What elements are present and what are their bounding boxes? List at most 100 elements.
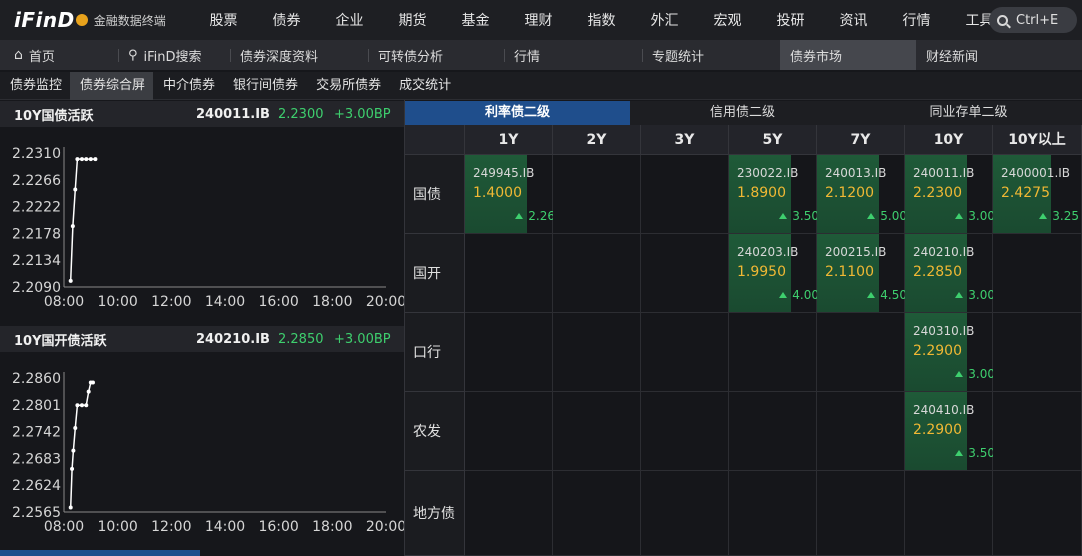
top-nav-item[interactable]: 行情 <box>885 10 948 30</box>
matrix-cell[interactable]: 240410.IB 2.2900 3.50 <box>905 392 995 471</box>
tab-item[interactable]: 可转债分析 <box>368 40 504 70</box>
bond-change: 5.00 <box>867 209 907 223</box>
top-nav-item[interactable]: 外汇 <box>633 10 696 30</box>
tab-item[interactable]: 财经新闻 <box>916 40 1082 70</box>
bond-change: 2.26 <box>515 209 555 223</box>
panel-change: +3.00BP <box>334 106 391 122</box>
bond-quote-card[interactable]: 240011.IB 2.2300 3.00 <box>905 155 995 233</box>
data-point <box>75 157 80 162</box>
x-tick-label: 16:00 <box>258 294 298 310</box>
tab-item[interactable]: 债券市场 <box>780 40 916 70</box>
matrix-cell[interactable]: 230022.IB 1.8900 3.50 <box>729 155 819 234</box>
matrix-column-header[interactable]: 5Y <box>729 125 817 155</box>
matrix-column-header[interactable]: 7Y <box>817 125 905 155</box>
x-tick-label: 08:00 <box>44 294 84 310</box>
top-nav-item[interactable]: 债券 <box>255 10 318 30</box>
tab-item[interactable]: 专题统计 <box>642 40 780 70</box>
data-point <box>88 157 93 162</box>
bond-quote-card[interactable]: 230022.IB 1.8900 3.50 <box>729 155 819 233</box>
tab-item[interactable]: 行情 <box>504 40 642 70</box>
sub-tab-item[interactable]: 债券综合屏 <box>70 71 154 100</box>
x-tick-label: 20:00 <box>366 519 404 535</box>
matrix-cell[interactable]: 240203.IB 1.9950 4.00 <box>729 234 819 313</box>
arrow-up-icon <box>779 213 788 219</box>
top-nav-item[interactable]: 股票 <box>192 10 255 30</box>
bond-quote-card[interactable]: 2400001.IB 2.4275 3.25 <box>993 155 1079 233</box>
data-point <box>70 466 75 471</box>
logo-dot-icon <box>75 14 88 26</box>
data-point <box>79 157 84 162</box>
matrix-column-header[interactable]: 3Y <box>641 125 729 155</box>
top-nav-item[interactable]: 企业 <box>318 10 381 30</box>
matrix-cell <box>553 471 641 556</box>
matrix-cell[interactable]: 249945.IB 1.4000 2.26 <box>465 155 555 234</box>
x-tick-label: 08:00 <box>44 519 84 535</box>
matrix-column-header[interactable]: 1Y <box>465 125 553 155</box>
search-icon <box>997 14 1008 26</box>
sub-tab-bar: 债券监控 债券综合屏 中介债券 银行间债券 交易所债券 成交统计 <box>0 71 1082 100</box>
y-tick-label: 2.2266 <box>12 173 61 189</box>
y-tick-label: 2.2310 <box>12 146 61 162</box>
panel-title: 10Y国开债活跃 <box>14 333 107 349</box>
matrix-cell <box>553 392 641 471</box>
category-tab[interactable]: 信用债二级 <box>630 101 855 125</box>
sub-tab-item[interactable]: 成交统计 <box>389 72 459 100</box>
sub-tab-item[interactable]: 银行间债券 <box>223 72 306 100</box>
chart-govt-10y[interactable]: 2.23102.22662.22222.21782.21342.209008:0… <box>0 127 404 325</box>
tab-label: iFinD搜索 <box>143 49 202 65</box>
panel-header-govt: 10Y国债活跃 240011.IB 2.2300 +3.00BP <box>0 101 404 127</box>
panel-change: +3.00BP <box>334 331 391 347</box>
bond-quote-card[interactable]: 249945.IB 1.4000 2.26 <box>465 155 555 233</box>
panel-code[interactable]: 240210.IB <box>196 332 278 347</box>
bond-quote-card[interactable]: 240203.IB 1.9950 4.00 <box>729 234 819 312</box>
tab-item[interactable]: 债券深度资料 <box>230 40 368 70</box>
top-nav-item[interactable]: 指数 <box>570 10 633 30</box>
bond-quote-card[interactable]: 240210.IB 2.2850 3.00 <box>905 234 995 312</box>
matrix-column-header[interactable]: 10Y <box>905 125 993 155</box>
matrix-row-header: 农发 <box>405 392 465 471</box>
top-nav-item[interactable]: 理财 <box>507 10 570 30</box>
matrix-column-header[interactable]: 2Y <box>553 125 641 155</box>
scroll-indicator[interactable] <box>0 550 200 556</box>
top-nav-item[interactable]: 投研 <box>759 10 822 30</box>
panel-code[interactable]: 240011.IB <box>196 107 278 122</box>
bond-quote-card[interactable]: 240410.IB 2.2900 3.50 <box>905 392 995 470</box>
sub-tab-item[interactable]: 债券监控 <box>0 72 70 100</box>
tab-item[interactable]: ⌂ 首页 <box>0 40 118 70</box>
x-tick-label: 16:00 <box>258 519 298 535</box>
bond-quote-card[interactable]: 240013.IB 2.1200 5.00 <box>817 155 907 233</box>
matrix-row-header: 国债 <box>405 155 465 234</box>
top-nav-item[interactable]: 资讯 <box>822 10 885 30</box>
matrix-column-header[interactable]: 10Y以上 <box>993 125 1082 155</box>
data-point <box>93 157 98 162</box>
matrix-cell[interactable]: 240013.IB 2.1200 5.00 <box>817 155 907 234</box>
matrix-cell[interactable]: 240011.IB 2.2300 3.00 <box>905 155 995 234</box>
x-tick-label: 20:00 <box>366 294 404 310</box>
chart-cdb-10y[interactable]: 2.28602.28012.27422.26832.26242.256508:0… <box>0 352 404 550</box>
sub-tab-item[interactable]: 中介债券 <box>153 72 223 100</box>
tab-item[interactable]: ⚲ iFinD搜索 <box>118 40 230 70</box>
matrix-cell <box>729 392 817 471</box>
category-tab[interactable]: 同业存单二级 <box>855 101 1082 125</box>
matrix-cell <box>641 155 729 234</box>
bond-quote-card[interactable]: 240310.IB 2.2900 3.00 <box>905 313 995 391</box>
matrix-cell[interactable]: 200215.IB 2.1100 4.50 <box>817 234 907 313</box>
matrix-cell <box>993 234 1082 313</box>
data-point <box>68 505 73 510</box>
bond-change-value: 5.00 <box>880 209 907 223</box>
sub-tab-item[interactable]: 交易所债券 <box>306 72 389 100</box>
y-tick-label: 2.2860 <box>12 371 61 387</box>
matrix-cell[interactable]: 2400001.IB 2.4275 3.25 <box>993 155 1082 234</box>
bond-change-value: 3.00 <box>968 288 995 302</box>
top-nav-item[interactable]: 期货 <box>381 10 444 30</box>
matrix-cell[interactable]: 240210.IB 2.2850 3.00 <box>905 234 995 313</box>
search-box[interactable]: Ctrl+E <box>989 7 1077 33</box>
bond-code: 240011.IB <box>913 166 975 180</box>
bond-quote-card[interactable]: 200215.IB 2.1100 4.50 <box>817 234 907 312</box>
top-nav-item[interactable]: 基金 <box>444 10 507 30</box>
top-nav-item[interactable]: 宏观 <box>696 10 759 30</box>
app-logo[interactable]: iFinD 金融数据终端 <box>0 8 192 32</box>
matrix-cell[interactable]: 240310.IB 2.2900 3.00 <box>905 313 995 392</box>
category-tab[interactable]: 利率债二级 <box>405 101 630 125</box>
matrix-row-header: 口行 <box>405 313 465 392</box>
